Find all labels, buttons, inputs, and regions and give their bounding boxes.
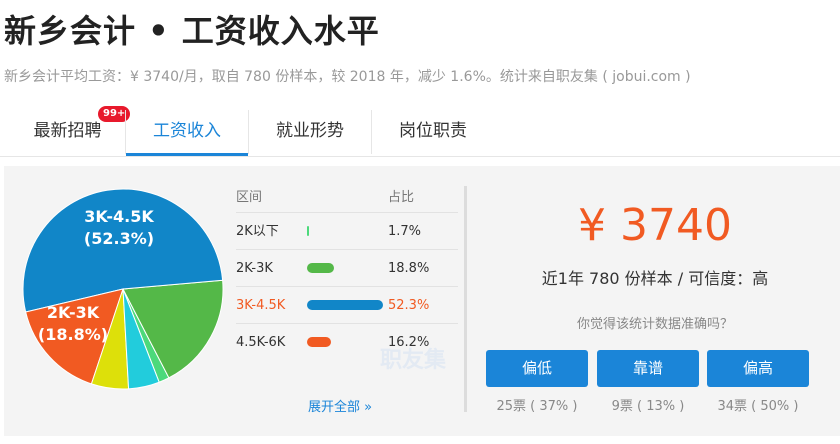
row-ratio: 1.7% [388, 224, 422, 239]
row-range: 2K以下 [236, 224, 279, 239]
pie-label-2k-3k: 2K-3K (18.8%) [18, 302, 128, 346]
tab-latest-jobs[interactable]: 最新招聘 99+ [10, 106, 131, 155]
page-title: 新乡会计 • 工资收入水平 [4, 12, 380, 50]
vote-high-count: 34票 ( 50% ) [717, 399, 799, 414]
panel-divider [464, 186, 467, 412]
accuracy-question: 你觉得该统计数据准确吗？ [576, 317, 733, 332]
row-bar [307, 263, 335, 273]
salary-pie-chart: 3K-4.5K (52.3%) 2K-3K (18.8%) [18, 184, 228, 398]
pie-label-name: 2K-3K [46, 303, 100, 322]
column-header-range: 区间 [236, 190, 263, 205]
page-subtitle: 新乡会计平均工资：¥ 3740/月，取自 780 份样本，较 2018 年，减少… [4, 69, 691, 85]
pie-label-name: 3K-4.5K [84, 207, 154, 226]
row-ratio: 52.3% [388, 298, 430, 313]
watermark-logo: 职友集 [380, 348, 447, 373]
pie-label-pct: (18.8%) [37, 325, 109, 344]
tab-salary[interactable]: 工资收入 [126, 108, 248, 156]
row-range: 2K-3K [236, 261, 273, 276]
tab-label: 最新招聘 [33, 121, 102, 141]
tab-label: 工资收入 [153, 121, 221, 141]
tab-bar: 最新招聘 99+ 工资收入 就业形势 岗位职责 [0, 106, 840, 157]
tab-employment[interactable]: 就业形势 [249, 108, 371, 155]
vote-accurate-count: 9票 ( 13% ) [611, 399, 685, 414]
table-row: 2K以下 1.7% [236, 212, 458, 250]
row-range: 3K-4.5K [236, 298, 286, 313]
tab-label: 岗位职责 [399, 121, 467, 141]
pie-label-pct: (52.3%) [83, 229, 155, 248]
row-bar [307, 226, 310, 236]
row-bar [307, 337, 331, 347]
vote-low-button[interactable]: 偏低 [486, 350, 588, 387]
vote-accurate-button[interactable]: 靠谱 [597, 350, 699, 387]
active-tab-indicator [126, 153, 248, 156]
vote-low-count: 25票 ( 37% ) [496, 399, 578, 414]
tab-duties[interactable]: 岗位职责 [372, 108, 494, 155]
pie-label-3k-4-5k: 3K-4.5K (52.3%) [64, 206, 174, 250]
row-ratio: 18.8% [388, 261, 430, 276]
expand-all-link[interactable]: 展开全部 » [308, 396, 372, 415]
vote-high-button[interactable]: 偏高 [707, 350, 809, 387]
sample-meta: 近1年 780 份样本 / 可信度：高 [541, 269, 769, 288]
row-bar [307, 300, 383, 310]
column-header-ratio: 占比 [388, 190, 415, 205]
average-salary: ¥ 3740 [578, 200, 732, 251]
table-row: 3K-4.5K 52.3% [236, 286, 458, 324]
table-row: 2K-3K 18.8% [236, 249, 458, 287]
tab-label: 就业形势 [276, 121, 344, 141]
row-range: 4.5K-6K [236, 335, 286, 350]
